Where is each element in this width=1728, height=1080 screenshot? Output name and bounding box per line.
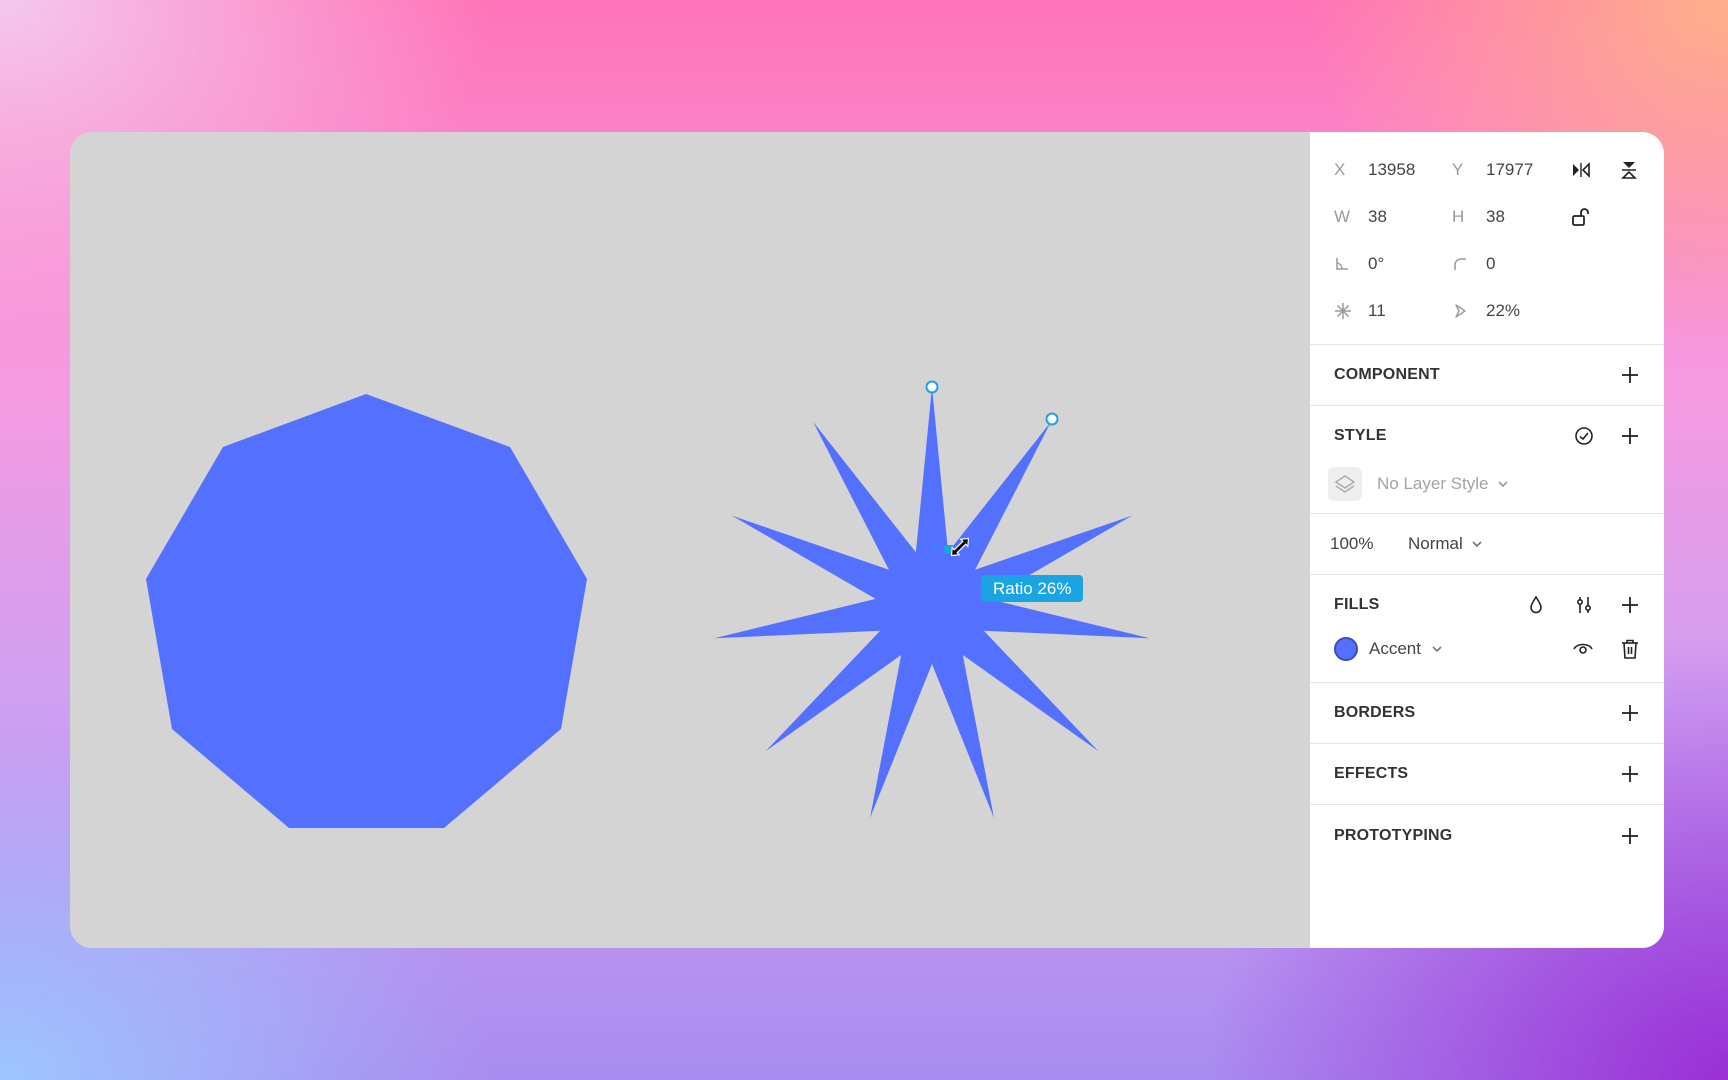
blend-mode-label: Normal <box>1408 534 1463 553</box>
borders-title: BORDERS <box>1334 704 1416 721</box>
layer-style-dropdown[interactable]: No Layer Style <box>1328 467 1509 501</box>
app-window: Ratio 26% X 13958 Y 17977 W 38 H 38 0° 0… <box>70 132 1664 948</box>
w-label: W <box>1334 206 1351 226</box>
geometry-properties: X 13958 Y 17977 W 38 H 38 0° 0 11 22% <box>1310 132 1664 345</box>
layer-style-label: No Layer Style <box>1377 474 1489 493</box>
nonagon-shape[interactable] <box>146 394 587 828</box>
star-ratio-icon <box>1452 303 1486 319</box>
canvas[interactable]: Ratio 26% <box>70 132 1310 948</box>
angle-icon <box>1334 256 1368 272</box>
fill-color-swatch[interactable] <box>1334 637 1358 661</box>
lock-open-icon[interactable] <box>1569 205 1593 229</box>
style-title: STYLE <box>1334 427 1387 444</box>
blend-mode-dropdown[interactable]: Normal <box>1408 534 1483 554</box>
chevron-down-icon <box>1497 481 1508 488</box>
star-points-icon <box>1334 302 1368 320</box>
opacity-value[interactable]: 100% <box>1330 534 1373 554</box>
effects-section: EFFECTS <box>1310 744 1664 805</box>
add-prototyping-icon[interactable] <box>1620 826 1640 846</box>
star-shape[interactable] <box>714 387 1150 819</box>
point-handle-right[interactable] <box>1045 412 1059 426</box>
trash-icon[interactable] <box>1620 638 1640 660</box>
chevron-down-icon <box>1472 541 1482 548</box>
ratio-tooltip: Ratio 26% <box>981 575 1084 602</box>
h-value[interactable]: 38 <box>1486 207 1505 227</box>
point-handle-top[interactable] <box>925 380 939 394</box>
component-section: COMPONENT <box>1310 345 1664 406</box>
chevron-down-icon <box>1432 646 1442 653</box>
h-label: H <box>1452 206 1465 226</box>
width-field[interactable]: W 38 <box>1334 207 1387 227</box>
sliders-icon[interactable] <box>1574 595 1594 615</box>
opacity-blend-row: 100% Normal <box>1310 514 1664 575</box>
rotation-field[interactable]: 0° <box>1334 254 1384 274</box>
inspector-panel: X 13958 Y 17977 W 38 H 38 0° 0 11 22% CO… <box>1310 132 1664 948</box>
add-fill-icon[interactable] <box>1620 595 1640 615</box>
add-effect-icon[interactable] <box>1620 764 1640 784</box>
corner-radius-icon <box>1452 256 1486 272</box>
star-points-value[interactable]: 11 <box>1368 301 1386 321</box>
star-ratio-field[interactable]: 22% <box>1452 301 1520 321</box>
fills-title: FILLS <box>1334 596 1380 613</box>
corner-radius-value[interactable]: 0 <box>1486 254 1495 274</box>
fill-name: Accent <box>1369 639 1421 658</box>
star-points-field[interactable]: 11 <box>1334 301 1386 321</box>
x-field[interactable]: X 13958 <box>1334 160 1415 180</box>
fill-item-accent[interactable]: Accent <box>1334 637 1443 661</box>
flip-vertical-icon[interactable] <box>1617 158 1641 182</box>
corner-radius-field[interactable]: 0 <box>1452 254 1495 274</box>
x-value[interactable]: 13958 <box>1368 160 1415 180</box>
x-label: X <box>1334 159 1346 179</box>
eye-icon[interactable] <box>1572 639 1594 659</box>
star-ratio-value[interactable]: 22% <box>1486 301 1520 321</box>
y-label: Y <box>1452 159 1464 179</box>
y-field[interactable]: Y 17977 <box>1452 160 1533 180</box>
layers-icon <box>1328 467 1362 501</box>
y-value[interactable]: 17977 <box>1486 160 1533 180</box>
component-title: COMPONENT <box>1334 366 1440 383</box>
prototyping-section: PROTOTYPING <box>1310 805 1664 866</box>
w-value[interactable]: 38 <box>1368 207 1387 227</box>
prototyping-title: PROTOTYPING <box>1334 826 1453 844</box>
droplet-icon[interactable] <box>1526 595 1546 615</box>
borders-section: BORDERS <box>1310 683 1664 744</box>
rotation-value[interactable]: 0° <box>1368 254 1384 274</box>
style-section: STYLE No Layer Style <box>1310 406 1664 514</box>
canvas-shapes <box>146 380 1150 828</box>
flip-horizontal-icon[interactable] <box>1569 158 1593 182</box>
add-border-icon[interactable] <box>1620 703 1640 723</box>
add-style-icon[interactable] <box>1620 426 1640 446</box>
fills-section: FILLS Accent <box>1310 575 1664 683</box>
add-component-icon[interactable] <box>1620 365 1640 385</box>
effects-title: EFFECTS <box>1334 765 1409 782</box>
check-circle-icon[interactable] <box>1574 426 1594 446</box>
height-field[interactable]: H 38 <box>1452 207 1505 227</box>
